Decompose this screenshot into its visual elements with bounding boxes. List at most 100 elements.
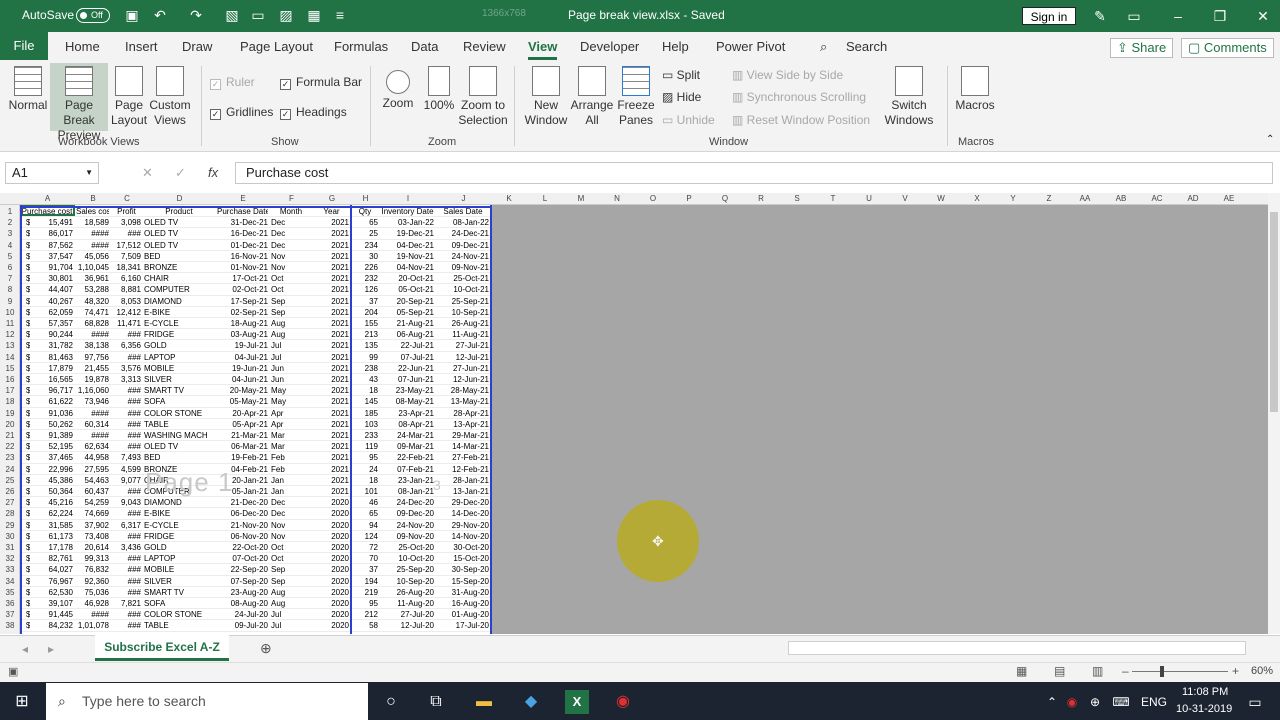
table-cell[interactable]: Sep — [271, 307, 311, 318]
table-cell[interactable]: 06-Aug-21 — [381, 329, 434, 340]
column-header[interactable]: B — [75, 194, 111, 203]
table-cell[interactable]: 16-Nov-21 — [217, 251, 268, 262]
table-cell[interactable]: 234 — [352, 240, 378, 251]
row-header[interactable]: 30 — [0, 531, 20, 542]
table-cell[interactable]: 05-Apr-21 — [217, 419, 268, 430]
table-cell[interactable]: 2021 — [314, 374, 349, 385]
table-cell[interactable]: 2021 — [314, 363, 349, 374]
table-cell[interactable]: 12-Jun-21 — [437, 374, 489, 385]
table-cell[interactable]: CHAIR — [144, 273, 214, 284]
table-cell[interactable]: 14-Nov-20 — [437, 531, 489, 542]
table-cell[interactable]: ### — [112, 564, 141, 575]
row-header[interactable]: 33 — [0, 564, 20, 575]
table-cell[interactable]: E-BIKE — [144, 508, 214, 519]
table-cell[interactable]: 7,821 — [112, 598, 141, 609]
table-cell[interactable]: 21-Nov-20 — [217, 520, 268, 531]
column-header[interactable]: P — [671, 194, 707, 203]
column-header[interactable]: AC — [1139, 194, 1175, 203]
table-cell[interactable]: 37,902 — [76, 520, 109, 531]
page-layout-status-icon[interactable]: ▤ — [1054, 664, 1065, 678]
row-header[interactable]: 10 — [0, 307, 20, 318]
minimize-icon[interactable]: – — [1168, 6, 1188, 26]
language-indicator[interactable]: ENG — [1141, 695, 1167, 709]
table-cell[interactable]: 04-Jul-21 — [217, 352, 268, 363]
table-cell[interactable]: 2021 — [314, 464, 349, 475]
table-cell[interactable]: 11-Aug-20 — [381, 598, 434, 609]
table-cell[interactable]: 25-Oct-21 — [437, 273, 489, 284]
tab-power-pivot[interactable]: Power Pivot — [716, 39, 785, 54]
formula-input[interactable]: Purchase cost — [235, 162, 1273, 184]
table-cell[interactable]: 2020 — [314, 587, 349, 598]
table-cell[interactable]: 02-Sep-21 — [217, 307, 268, 318]
table-cell[interactable]: DIAMOND — [144, 296, 214, 307]
table-cell[interactable]: 54,259 — [76, 497, 109, 508]
zoom-out-icon[interactable]: – — [1122, 664, 1129, 678]
row-header[interactable]: 19 — [0, 408, 20, 419]
zoom-in-icon[interactable]: + — [1232, 664, 1239, 678]
row-header[interactable]: 21 — [0, 430, 20, 441]
table-cell[interactable]: ### — [112, 419, 141, 430]
table-cell[interactable]: 1,16,060 — [76, 385, 109, 396]
row-header[interactable]: 2 — [0, 217, 20, 228]
row-header[interactable]: 25 — [0, 475, 20, 486]
table-cell[interactable]: 08-May-21 — [381, 396, 434, 407]
table-cell[interactable]: ### — [112, 609, 141, 620]
tab-insert[interactable]: Insert — [125, 39, 158, 54]
tray-record-icon[interactable]: ◉ — [1060, 690, 1084, 714]
table-cell[interactable]: 20-May-21 — [217, 385, 268, 396]
table-cell[interactable]: 9,077 — [112, 475, 141, 486]
table-cell[interactable]: 27-Jun-21 — [437, 363, 489, 374]
zoom-slider[interactable] — [1132, 671, 1228, 672]
table-cell[interactable]: ### — [112, 486, 141, 497]
table-cell[interactable]: 31-Dec-21 — [217, 217, 268, 228]
search-icon[interactable]: ⌕ — [820, 39, 827, 55]
table-cell[interactable]: Jun — [271, 363, 311, 374]
table-cell[interactable]: 2020 — [314, 520, 349, 531]
table-cell[interactable]: #### — [76, 329, 109, 340]
table-cell[interactable]: 09-Dec-21 — [437, 240, 489, 251]
table-cell[interactable]: 12,412 — [112, 307, 141, 318]
table-cell[interactable]: Dec — [271, 228, 311, 239]
table-cell[interactable]: 46 — [352, 497, 378, 508]
table-cell[interactable]: Dec — [271, 240, 311, 251]
table-cell[interactable]: 19-Dec-21 — [381, 228, 434, 239]
table-cell[interactable]: E-CYCLE — [144, 318, 214, 329]
table-cell[interactable]: Aug — [271, 587, 311, 598]
table-cell[interactable]: 28-Jan-21 — [437, 475, 489, 486]
table-cell[interactable]: 126 — [352, 284, 378, 295]
table-cell[interactable]: 2021 — [314, 217, 349, 228]
table-cell[interactable]: ### — [112, 531, 141, 542]
table-cell[interactable]: 13-May-21 — [437, 396, 489, 407]
page-break-right[interactable] — [490, 205, 492, 634]
table-cell[interactable]: 25-Oct-20 — [381, 542, 434, 553]
table-cell[interactable]: Nov — [271, 251, 311, 262]
table-cell[interactable]: 30-Oct-20 — [437, 542, 489, 553]
macros-button[interactable]: Macros — [953, 66, 997, 113]
recorder-icon[interactable]: ◉ — [611, 690, 635, 714]
table-cell[interactable]: Oct — [271, 542, 311, 553]
column-header[interactable]: W — [923, 194, 959, 203]
table-cell[interactable]: 14-Dec-20 — [437, 508, 489, 519]
table-cell[interactable]: COLOR STONE — [144, 609, 214, 620]
table-cell[interactable]: 29-Dec-20 — [437, 497, 489, 508]
table-cell[interactable]: 08-Aug-20 — [217, 598, 268, 609]
table-cell[interactable]: Sep — [271, 296, 311, 307]
sheet-tab[interactable]: Subscribe Excel A-Z — [95, 635, 229, 661]
table-cell[interactable]: 22-Feb-21 — [381, 452, 434, 463]
table-cell[interactable]: 10-Sep-21 — [437, 307, 489, 318]
table-cell[interactable]: 09-Nov-21 — [437, 262, 489, 273]
table-cell[interactable]: 08-Jan-21 — [381, 486, 434, 497]
column-header[interactable]: A — [20, 194, 75, 203]
row-header[interactable]: 1 — [0, 206, 20, 217]
table-cell[interactable]: 01-Aug-20 — [437, 609, 489, 620]
table-cell[interactable]: Nov — [271, 520, 311, 531]
table-cell[interactable]: 2020 — [314, 620, 349, 631]
column-header[interactable]: G — [313, 194, 351, 203]
table-cell[interactable]: 37 — [352, 564, 378, 575]
table-cell[interactable]: 233 — [352, 430, 378, 441]
table-cell[interactable]: 2021 — [314, 262, 349, 273]
table-cell[interactable]: 10-Oct-20 — [381, 553, 434, 564]
table-cell[interactable]: ### — [112, 352, 141, 363]
redo-icon[interactable]: ↷ — [188, 7, 204, 23]
column-header[interactable]: AB — [1103, 194, 1139, 203]
